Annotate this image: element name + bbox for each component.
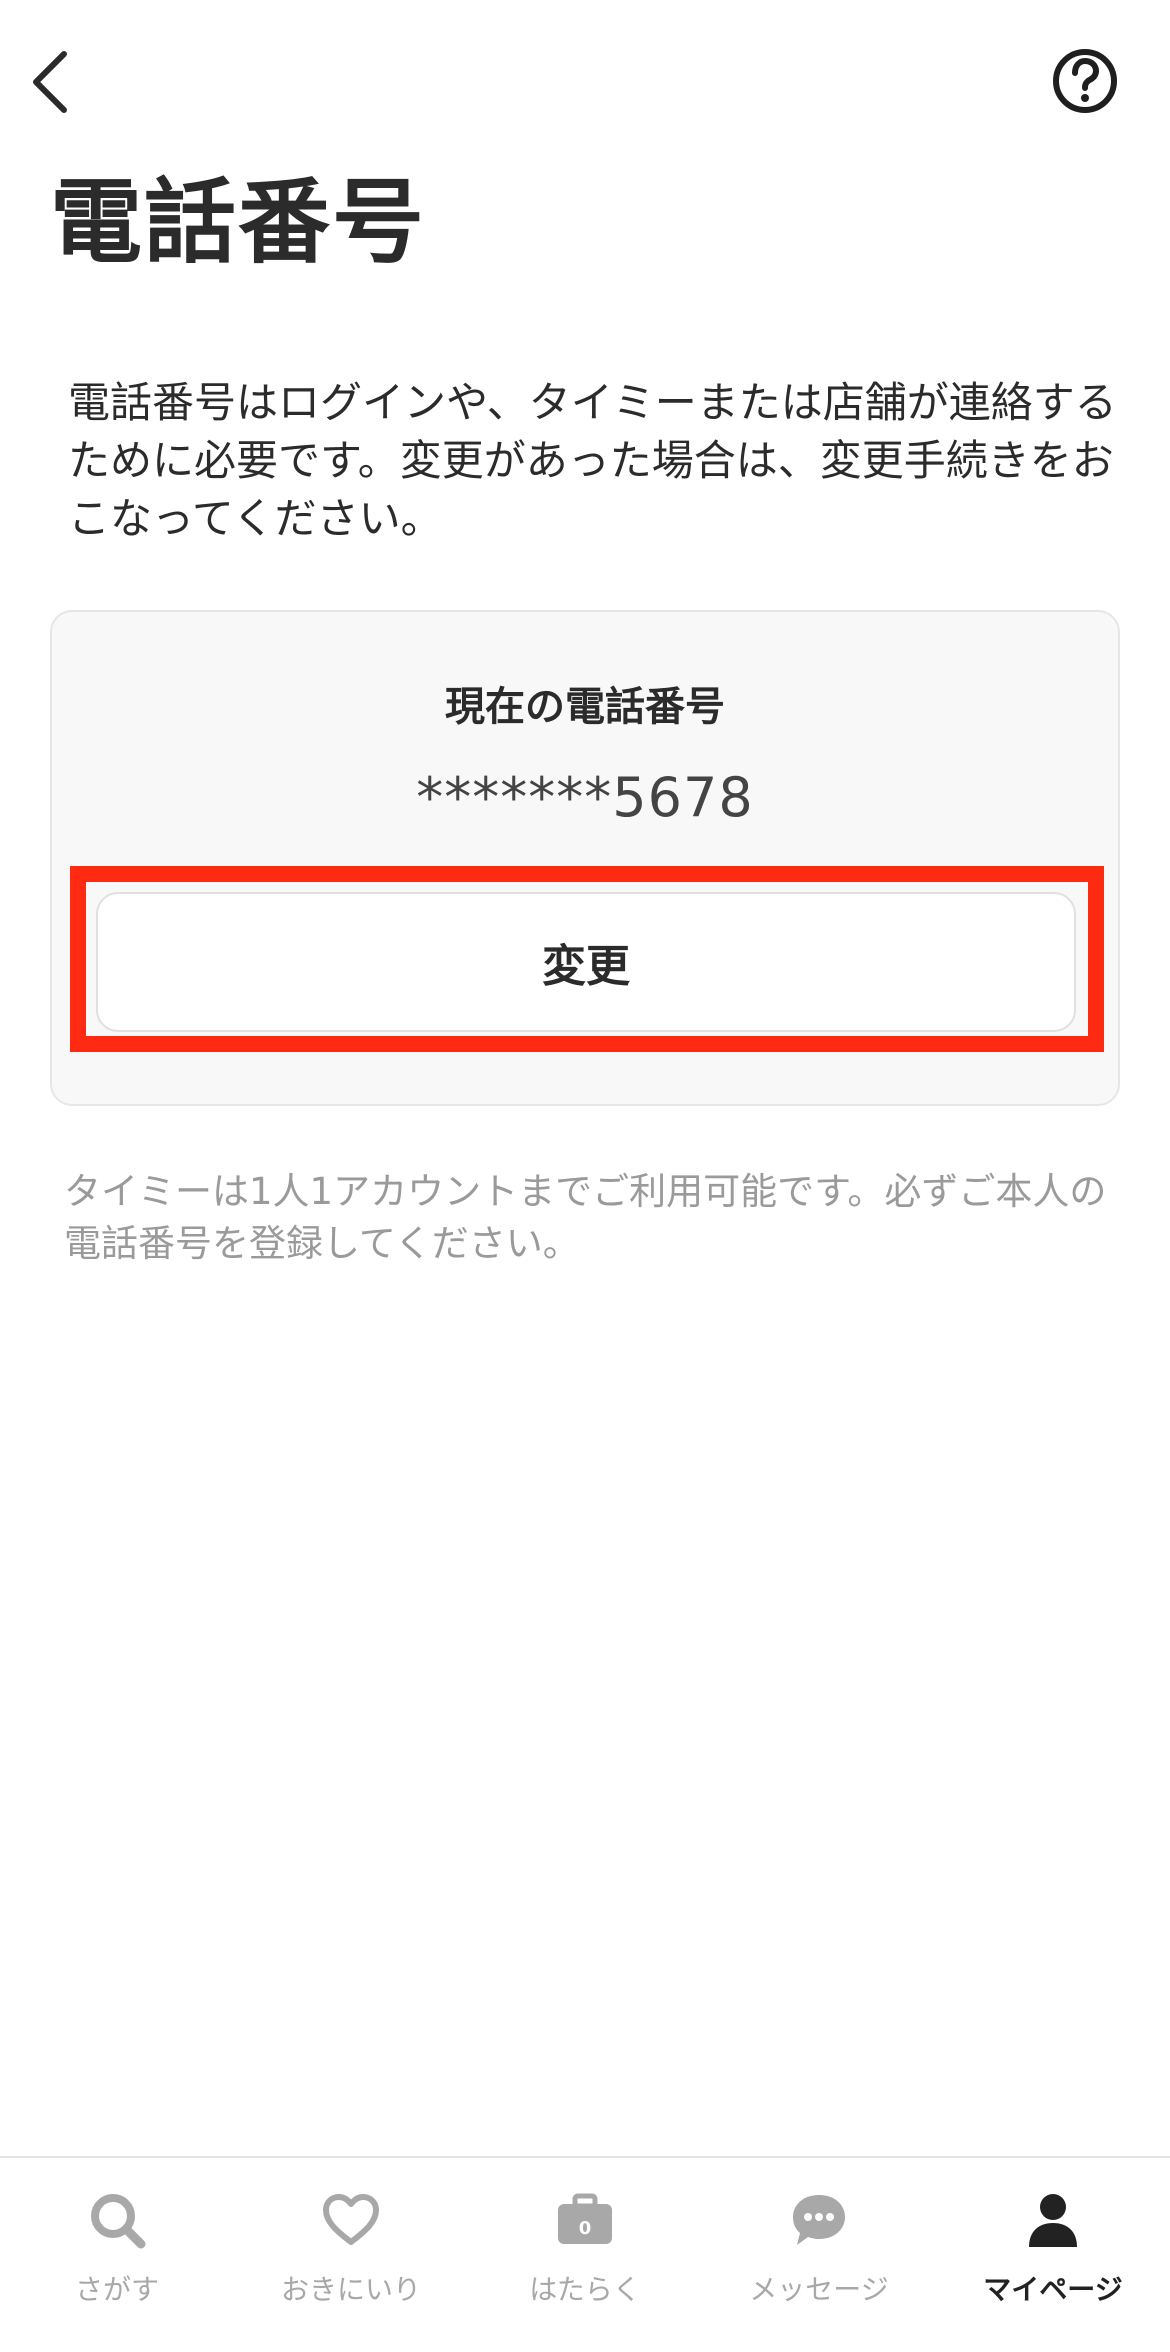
account-notice: タイミーは1人1アカウントまでご利用可能です。必ずご本人の電話番号を登録してくだ… xyxy=(64,1170,1107,1265)
tab-search-label: さがす xyxy=(74,2273,159,2306)
tab-messages-label: メッセージ xyxy=(749,2273,889,2306)
current-phone-label: 現在の電話番号 xyxy=(445,684,725,730)
chat-bubble-icon xyxy=(787,2188,851,2252)
page-description: 電話番号はログインや、タイミーまたは店舗が連絡するために必要です。変更があった場… xyxy=(68,378,1117,543)
person-icon xyxy=(1021,2188,1085,2252)
tab-search[interactable]: さがす xyxy=(0,2158,234,2352)
back-button[interactable] xyxy=(14,44,86,120)
change-phone-button[interactable]: 変更 xyxy=(96,892,1076,1032)
bottom-tab-bar: さがす おきにいり 0 はたらく メッセージ マイページ xyxy=(0,2156,1170,2352)
tab-work[interactable]: 0 はたらく xyxy=(468,2158,702,2352)
tab-favorites[interactable]: おきにいり xyxy=(234,2158,468,2352)
question-circle-icon xyxy=(1053,49,1117,113)
search-icon xyxy=(85,2188,149,2252)
tab-messages[interactable]: メッセージ xyxy=(702,2158,936,2352)
briefcase-icon: 0 xyxy=(553,2188,617,2252)
page-title: 電話番号 xyxy=(50,169,427,276)
heart-icon xyxy=(319,2188,383,2252)
top-bar xyxy=(0,0,1170,160)
tab-work-label: はたらく xyxy=(529,2273,641,2306)
tab-mypage-label: マイページ xyxy=(983,2273,1123,2306)
masked-phone-number: *******5678 xyxy=(416,766,754,829)
tab-favorites-label: おきにいり xyxy=(280,2273,421,2306)
chevron-left-icon xyxy=(33,51,67,113)
help-button[interactable] xyxy=(1050,46,1120,116)
work-badge-count: 0 xyxy=(579,2218,592,2239)
current-phone-card: 現在の電話番号 *******5678 変更 xyxy=(50,610,1120,1106)
tab-mypage[interactable]: マイページ xyxy=(936,2158,1170,2352)
